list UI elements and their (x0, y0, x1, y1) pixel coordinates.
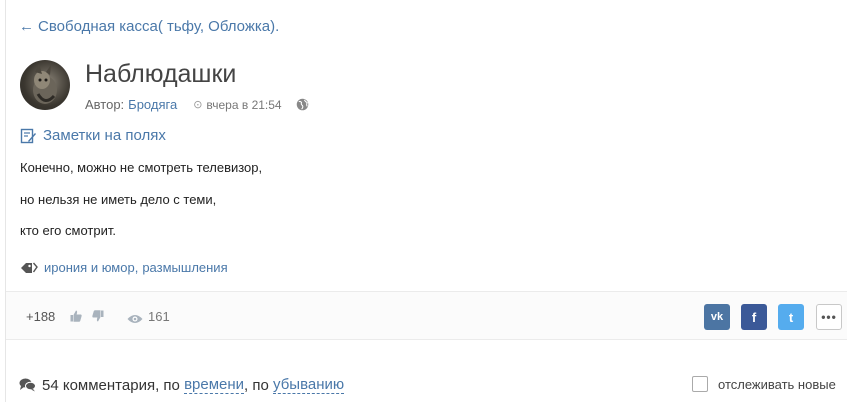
clock-icon: ⊙ (193, 99, 203, 111)
back-link-label: Свободная касса( тьфу, Обложка). (38, 18, 280, 35)
sort-prefix: по (163, 376, 185, 394)
comments-header: 54 комментария, по времени, по убыванию (19, 376, 345, 394)
category-label: Заметки на полях (43, 127, 166, 144)
comments-sep: , (244, 376, 249, 394)
post-text-line: но нельзя не иметь дело с теми, (20, 192, 217, 207)
sort-order-link[interactable]: убыванию (273, 376, 345, 394)
author-link[interactable]: Бродяга (128, 97, 177, 112)
post-time: вчера в 21:54 (206, 97, 282, 112)
globe-icon (296, 98, 309, 111)
thumbs-down-icon[interactable] (92, 309, 104, 322)
follow-comments-toggle[interactable]: отслеживать новые (692, 376, 836, 392)
comments-count: 54 комментария (42, 376, 156, 394)
back-link[interactable]: ← Свободная касса( тьфу, Обложка). (19, 18, 279, 35)
share-facebook-button[interactable]: f (741, 304, 767, 330)
order-prefix: по (252, 376, 274, 394)
tag-link[interactable]: ирония и юмор (44, 260, 135, 275)
post-title: Наблюдашки (85, 60, 237, 88)
share-twitter-button[interactable]: t (778, 304, 804, 330)
comments-sep: , (155, 376, 160, 394)
tag-link[interactable]: размышления (142, 260, 227, 275)
share-vk-button[interactable]: vk (704, 304, 730, 330)
avatar-image (33, 64, 57, 104)
post-actions-bar: +188 161 vk f t ••• (6, 291, 847, 340)
post-category[interactable]: Заметки на полях (20, 127, 166, 144)
post-card: ← Свободная касса( тьфу, Обложка). Наблюд… (5, 0, 847, 402)
views-count: 161 (148, 309, 170, 324)
rating-value: +188 (26, 309, 56, 324)
tags-icon (20, 261, 38, 275)
sort-by-time-link[interactable]: времени (184, 376, 245, 394)
post-meta: Автор: Бродяга ⊙ вчера в 21:54 (85, 97, 309, 112)
back-arrow-icon: ← (19, 18, 34, 35)
follow-label: отслеживать новые (718, 376, 836, 392)
note-edit-icon (20, 128, 36, 144)
comments-icon (19, 378, 36, 392)
share-more-button[interactable]: ••• (816, 304, 842, 330)
post-tags: ирония и юмор, размышления (20, 260, 228, 275)
avatar[interactable] (20, 60, 70, 110)
author-label: Автор: (85, 97, 125, 112)
post-text-line: кто его смотрит. (20, 223, 116, 238)
thumbs-up-icon[interactable] (70, 309, 82, 322)
follow-checkbox[interactable] (692, 376, 708, 392)
eye-icon (127, 311, 143, 323)
tag-separator: , (134, 260, 139, 275)
post-text-line: Конечно, можно не смотреть телевизор, (20, 160, 263, 175)
